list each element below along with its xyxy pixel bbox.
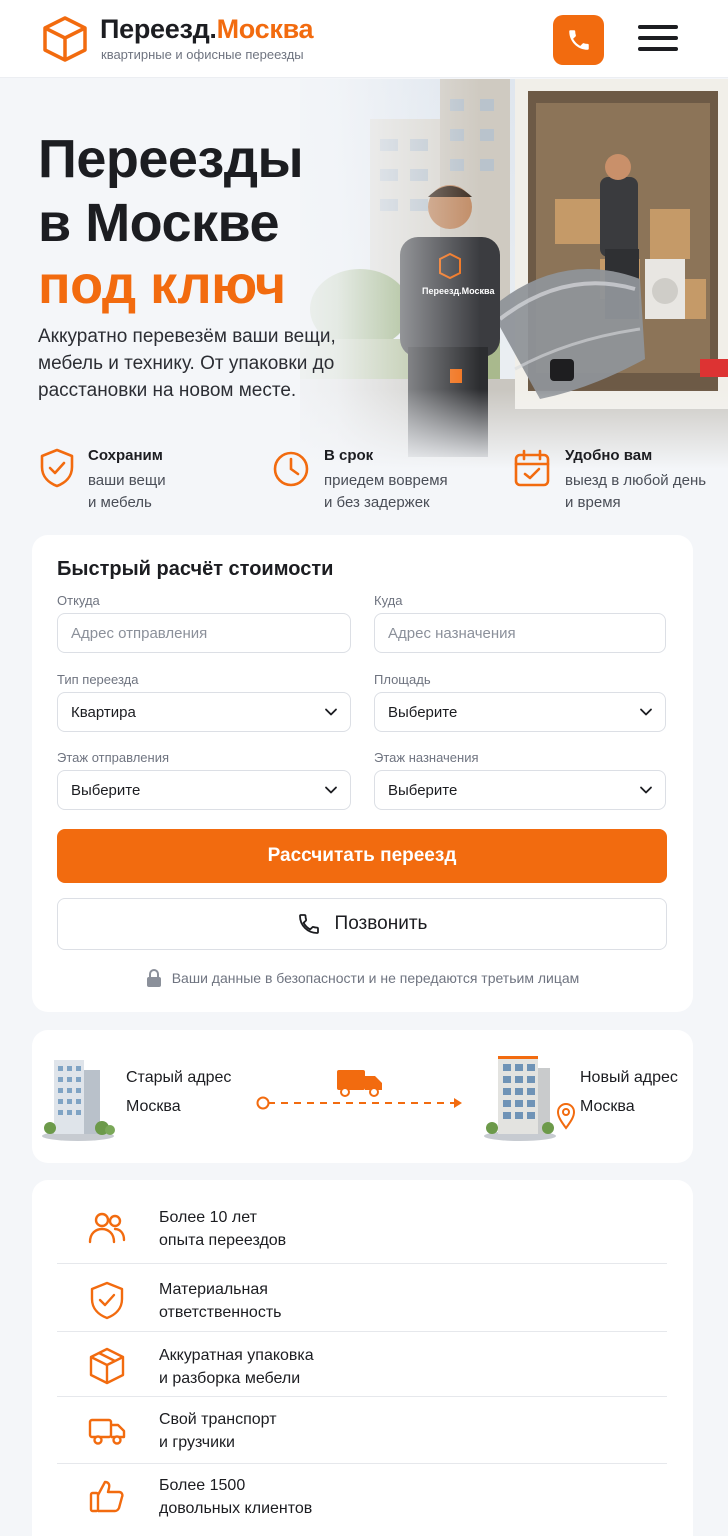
floor-from-label: Этаж отправления <box>57 750 169 765</box>
privacy-note: Ваши данные в безопасности и не передают… <box>32 969 693 987</box>
to-label: Куда <box>374 593 403 608</box>
benefit-title: В срок <box>324 447 374 464</box>
hero-title-line2: в Москве <box>38 193 280 253</box>
hero-description: Аккуратно перевезём ваши вещи, мебель и … <box>38 326 336 401</box>
feature-packing: Аккуратная упаковка и разборка мебели <box>57 1332 667 1398</box>
phone-icon <box>298 914 319 934</box>
phone-button[interactable] <box>553 15 604 65</box>
feature-liability: Материальная ответственность <box>57 1266 667 1332</box>
logo-title-part2: Москва <box>216 14 314 44</box>
map-pin-icon <box>556 1103 576 1130</box>
box-logo-icon[interactable] <box>40 14 90 64</box>
benefit-title: Сохраним <box>88 447 163 464</box>
route-line <box>256 1070 462 1110</box>
price-calculator-card: Быстрый расчёт стоимости Откуда Адрес от… <box>32 535 693 1012</box>
site-header: Переезд.Москва квартирные и офисные пере… <box>0 0 728 78</box>
shield-check-icon <box>40 448 74 488</box>
logo-title[interactable]: Переезд.Москва <box>100 14 314 45</box>
call-button[interactable]: Позвонить <box>57 898 667 950</box>
calculator-title: Быстрый расчёт стоимости <box>57 558 334 580</box>
benefit-title: Удобно вам <box>565 447 653 464</box>
chevron-down-icon <box>325 708 337 716</box>
floor-to-select[interactable]: Выберите <box>374 770 666 810</box>
hero-section: Переезд.Москва Переезды в Москве под клю… <box>0 79 728 469</box>
to-address-input[interactable]: Адрес назначения <box>374 613 666 653</box>
calculate-move-button[interactable]: Рассчитать переезд <box>57 829 667 883</box>
feature-experience: Более 10 лет опыта переездов <box>57 1194 667 1260</box>
from-label: Откуда <box>57 593 100 608</box>
benefit-desc: приедем вовремя и без задержек <box>324 472 448 511</box>
shield-check-icon <box>90 1281 124 1320</box>
old-building-icon <box>42 1060 115 1141</box>
calendar-check-icon <box>514 449 550 487</box>
feature-text: Свой транспорт и грузчики <box>159 1411 277 1451</box>
area-value: Выберите <box>388 703 458 721</box>
area-select[interactable]: Выберите <box>374 692 666 732</box>
feature-text: Более 1500 довольных клиентов <box>159 1477 313 1517</box>
floor-to-value: Выберите <box>388 781 458 799</box>
feature-transport: Свой транспорт и грузчики <box>57 1396 667 1462</box>
feature-clients: Более 1500 довольных клиентов <box>57 1462 667 1528</box>
clock-icon <box>273 451 309 487</box>
logo-title-part1: Переезд. <box>100 14 217 44</box>
box-icon <box>89 1347 125 1385</box>
benefit-desc: выезд в любой день и время <box>565 472 707 511</box>
move-type-select[interactable]: Квартира <box>57 692 351 732</box>
new-address-city: Москва <box>580 1098 635 1115</box>
old-address-label: Старый адрес <box>126 1069 232 1086</box>
truck-icon <box>88 1418 126 1445</box>
move-type-value: Квартира <box>71 703 136 721</box>
chevron-down-icon <box>640 786 652 794</box>
call-button-label: Позвонить <box>334 913 428 934</box>
old-address-city: Москва <box>126 1098 181 1115</box>
hero-title: Переезды в Москве <box>38 127 304 255</box>
move-type-label: Тип переезда <box>57 672 139 687</box>
divider <box>57 1263 667 1264</box>
floor-from-value: Выберите <box>71 781 141 799</box>
feature-text: Материальная ответственность <box>159 1281 282 1321</box>
truck-icon <box>337 1070 382 1097</box>
feature-text: Аккуратная упаковка и разборка мебели <box>159 1347 314 1387</box>
new-address-label: Новый адрес <box>580 1069 678 1086</box>
from-address-input[interactable]: Адрес отправления <box>57 613 351 653</box>
logo-tagline: квартирные и офисные переезды <box>101 47 304 62</box>
features-card: Более 10 лет опыта переездов Материальна… <box>32 1180 693 1536</box>
menu-burger-button[interactable] <box>638 25 678 55</box>
area-label: Площадь <box>374 672 431 687</box>
thumbs-up-icon <box>89 1480 124 1513</box>
route-card: Старый адрес Москва Новый адрес Москва <box>32 1030 693 1163</box>
privacy-note-text: Ваши данные в безопасности и не передают… <box>171 970 580 986</box>
users-icon <box>88 1212 126 1244</box>
phone-icon <box>568 30 589 50</box>
chevron-down-icon <box>325 786 337 794</box>
feature-text: Более 10 лет опыта переездов <box>159 1209 287 1249</box>
hero-title-line1: Переезды <box>38 129 304 189</box>
floor-to-label: Этаж назначения <box>374 750 479 765</box>
floor-from-select[interactable]: Выберите <box>57 770 351 810</box>
lock-icon <box>146 969 161 987</box>
new-building-icon <box>484 1056 556 1141</box>
hero-title-accent: под ключ <box>38 255 286 315</box>
benefit-desc: ваши вещи и мебель <box>88 472 166 511</box>
chevron-down-icon <box>640 708 652 716</box>
